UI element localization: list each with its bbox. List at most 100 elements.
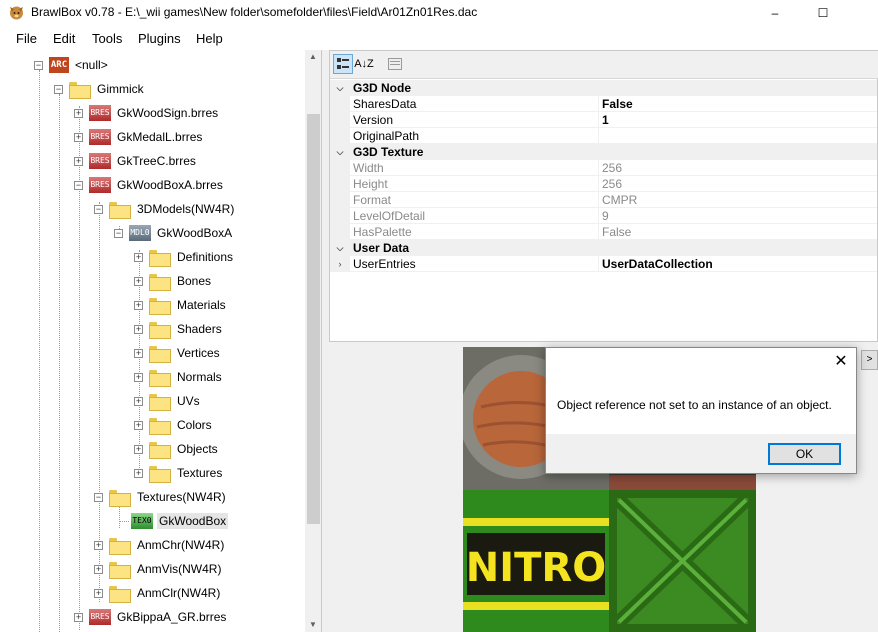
menu-help[interactable]: Help bbox=[196, 31, 223, 46]
chevron-down-icon[interactable]: ⌵ bbox=[330, 80, 350, 96]
tree-node-normals[interactable]: + Normals bbox=[134, 366, 224, 388]
property-row[interactable]: Width 256 bbox=[330, 160, 877, 176]
tree-node-colors[interactable]: + Colors bbox=[134, 414, 214, 436]
menu-tools[interactable]: Tools bbox=[92, 31, 122, 46]
tree-node-definitions[interactable]: + Definitions bbox=[134, 246, 235, 268]
tree-node-bones[interactable]: + Bones bbox=[134, 270, 213, 292]
category-g3d-node[interactable]: ⌵ G3D Node bbox=[330, 80, 877, 96]
property-row[interactable]: LevelOfDetail 9 bbox=[330, 208, 877, 224]
property-row[interactable]: › UserEntries UserDataCollection bbox=[330, 256, 877, 272]
tree-node-vertices[interactable]: + Vertices bbox=[134, 342, 222, 364]
property-value[interactable]: 1 bbox=[602, 113, 609, 127]
expand-icon[interactable]: + bbox=[74, 132, 83, 142]
tree-node-textures[interactable]: + Textures bbox=[134, 462, 224, 484]
expand-icon[interactable]: + bbox=[134, 276, 143, 286]
collapse-icon[interactable]: − bbox=[114, 228, 123, 238]
tex0-icon: TEX0 bbox=[131, 513, 153, 529]
resource-tree[interactable]: − ARC <null> − Gimmick + BRES GkWoodSign… bbox=[0, 50, 322, 632]
next-button[interactable]: > bbox=[861, 350, 878, 370]
tree-node-uvs[interactable]: + UVs bbox=[134, 390, 202, 412]
tree-node-brres[interactable]: + BRES GkMedalL.brres bbox=[74, 126, 204, 148]
chevron-down-icon[interactable]: ⌵ bbox=[330, 144, 350, 160]
tree-node-model[interactable]: − MDL0 GkWoodBoxA bbox=[114, 222, 234, 244]
expand-icon[interactable]: + bbox=[74, 156, 83, 166]
tree-node-brres[interactable]: + BRES GkBippaA_GR.brres bbox=[74, 606, 228, 628]
scroll-down-icon[interactable]: ▼ bbox=[309, 620, 317, 629]
expand-icon[interactable]: + bbox=[134, 348, 143, 358]
property-row[interactable]: OriginalPath bbox=[330, 128, 877, 144]
expand-icon[interactable]: + bbox=[134, 444, 143, 454]
tree-node-label: GkTreeC.brres bbox=[117, 154, 196, 168]
expand-icon[interactable]: + bbox=[134, 372, 143, 382]
brres-icon: BRES bbox=[89, 153, 111, 169]
ok-button[interactable]: OK bbox=[768, 443, 841, 465]
tree-node-brres[interactable]: − BRES GkWoodBoxA.brres bbox=[74, 174, 225, 196]
menu-file[interactable]: File bbox=[16, 31, 37, 46]
expand-icon[interactable]: + bbox=[134, 468, 143, 478]
property-pages-icon[interactable] bbox=[385, 54, 405, 74]
property-value: CMPR bbox=[602, 193, 638, 207]
tree-node-anmclr[interactable]: + AnmClr(NW4R) bbox=[94, 582, 222, 604]
tree-node-textures-folder[interactable]: − Textures(NW4R) bbox=[94, 486, 228, 508]
expand-icon[interactable]: + bbox=[94, 540, 103, 550]
tree-node-brres[interactable]: + BRES GkWoodSign.brres bbox=[74, 102, 220, 124]
tree-node-gimmick[interactable]: − Gimmick bbox=[54, 78, 146, 100]
tree-node-materials[interactable]: + Materials bbox=[134, 294, 228, 316]
minimize-button[interactable]: – bbox=[752, 0, 798, 26]
expand-icon[interactable]: + bbox=[134, 396, 143, 406]
expand-icon[interactable]: + bbox=[134, 420, 143, 430]
tree-node-anmchr[interactable]: + AnmChr(NW4R) bbox=[94, 534, 226, 556]
chevron-down-icon[interactable]: ⌵ bbox=[330, 240, 350, 256]
property-row[interactable]: HasPalette False bbox=[330, 224, 877, 240]
collapse-icon[interactable]: − bbox=[54, 84, 63, 94]
category-user-data[interactable]: ⌵ User Data bbox=[330, 240, 877, 256]
scroll-thumb[interactable] bbox=[307, 114, 320, 524]
property-value[interactable]: UserDataCollection bbox=[602, 257, 713, 271]
expand-icon[interactable]: + bbox=[134, 324, 143, 334]
expand-icon[interactable]: + bbox=[94, 564, 103, 574]
folder-icon bbox=[109, 585, 131, 603]
tree-node-models-folder[interactable]: − 3DModels(NW4R) bbox=[94, 198, 236, 220]
menu-edit[interactable]: Edit bbox=[53, 31, 75, 46]
menu-plugins[interactable]: Plugins bbox=[138, 31, 181, 46]
tree-node-texture[interactable]: TEX0 GkWoodBox bbox=[131, 510, 229, 532]
folder-icon bbox=[109, 201, 131, 219]
expand-icon[interactable]: + bbox=[134, 300, 143, 310]
property-name: Format bbox=[353, 193, 392, 207]
tree-node-label: Materials bbox=[177, 298, 226, 312]
menu-bar: File Edit Tools Plugins Help bbox=[0, 26, 878, 50]
maximize-button[interactable]: ☐ bbox=[800, 0, 846, 26]
expand-icon[interactable]: + bbox=[74, 612, 83, 622]
close-icon[interactable]: ✕ bbox=[828, 351, 854, 373]
tree-node-label: AnmChr(NW4R) bbox=[137, 538, 225, 552]
tree-node-objects[interactable]: + Objects bbox=[134, 438, 220, 460]
collapse-icon[interactable]: − bbox=[34, 60, 43, 70]
expand-icon[interactable]: + bbox=[94, 588, 103, 598]
scroll-up-icon[interactable]: ▲ bbox=[309, 52, 317, 61]
property-row[interactable]: Height 256 bbox=[330, 176, 877, 192]
property-value: False bbox=[602, 225, 632, 239]
property-value[interactable]: False bbox=[602, 97, 633, 111]
tree-node-label: Normals bbox=[177, 370, 222, 384]
tree-node-brres[interactable]: + BRES GkTreeC.brres bbox=[74, 150, 198, 172]
tree-node-label: GkMedalL.brres bbox=[117, 130, 203, 144]
property-row[interactable]: SharesData False bbox=[330, 96, 877, 112]
alphabetical-sort-button[interactable]: A↓Z bbox=[354, 54, 374, 74]
collapse-icon[interactable]: − bbox=[94, 492, 103, 502]
folder-icon bbox=[109, 537, 131, 555]
expand-icon[interactable]: + bbox=[74, 108, 83, 118]
category-g3d-texture[interactable]: ⌵ G3D Texture bbox=[330, 144, 877, 160]
expand-icon[interactable]: + bbox=[134, 252, 143, 262]
property-row[interactable]: Format CMPR bbox=[330, 192, 877, 208]
chevron-right-icon[interactable]: › bbox=[330, 256, 350, 272]
collapse-icon[interactable]: − bbox=[94, 204, 103, 214]
tree-node-shaders[interactable]: + Shaders bbox=[134, 318, 224, 340]
property-grid[interactable]: A↓Z ⌵ G3D Node SharesData False Version … bbox=[329, 50, 878, 342]
tree-node-root[interactable]: − ARC <null> bbox=[34, 54, 110, 76]
tree-scrollbar[interactable]: ▲ ▼ bbox=[305, 50, 321, 632]
categorized-icon[interactable] bbox=[333, 54, 353, 74]
collapse-icon[interactable]: − bbox=[74, 180, 83, 190]
property-row[interactable]: Version 1 bbox=[330, 112, 877, 128]
tree-node-anmvis[interactable]: + AnmVis(NW4R) bbox=[94, 558, 223, 580]
mdl0-icon: MDL0 bbox=[129, 225, 151, 241]
